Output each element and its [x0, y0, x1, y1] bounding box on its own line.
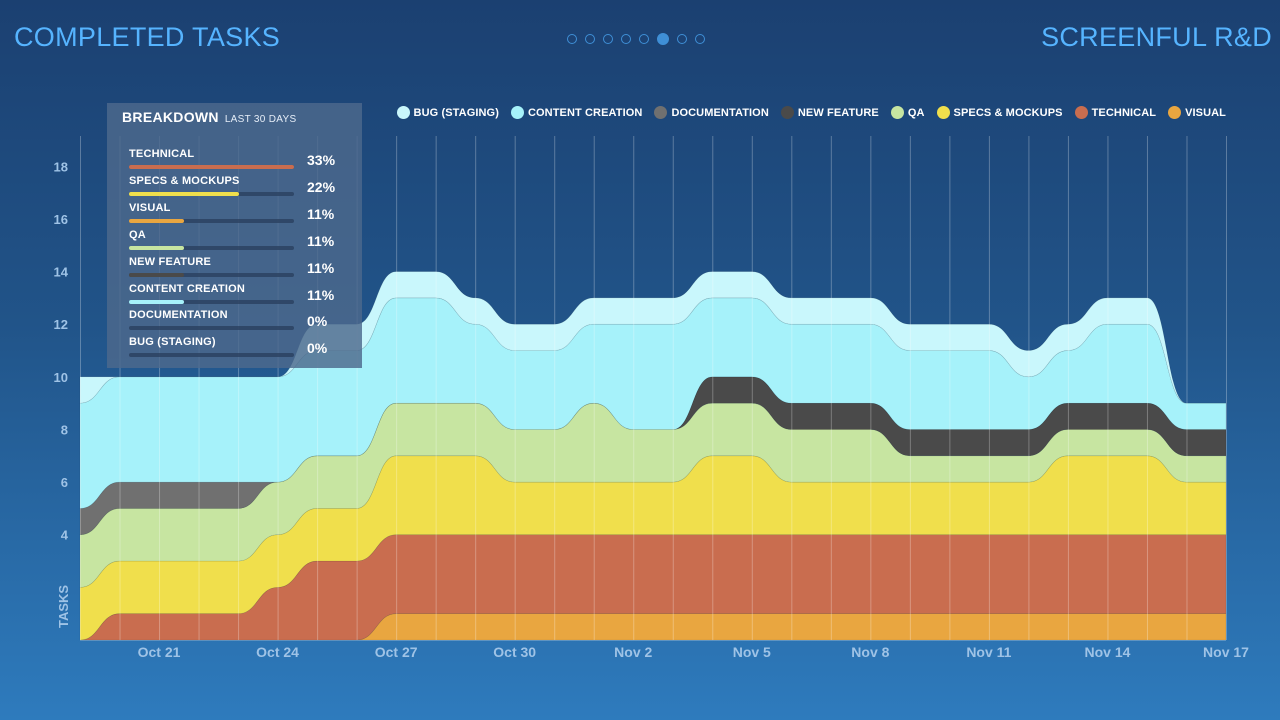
legend-swatch-specs-mockups	[936, 106, 950, 119]
breakdown-progress-fill	[129, 272, 184, 277]
breakdown-row-label: DOCUMENTATION	[129, 309, 228, 322]
breakdown-progress-fill	[129, 245, 184, 250]
breakdown-row: DOCUMENTATION 0%	[129, 309, 351, 336]
y-tick-label: 6	[61, 475, 68, 490]
y-axis-title: TASKS	[56, 585, 71, 628]
breakdown-row: SPECS & MOCKUPS 22%	[129, 175, 351, 202]
breakdown-row-label: SPECS & MOCKUPS	[129, 174, 240, 187]
legend-swatch-documentation	[654, 106, 668, 119]
breakdown-row-percent: 11%	[307, 286, 335, 303]
breakdown-progress-track	[129, 326, 294, 331]
breakdown-row-label: QA	[129, 228, 146, 241]
legend-item-qa[interactable]: QA	[890, 106, 925, 119]
chart-legend: BUG (STAGING) CONTENT CREATION DOCUMENTATI…	[396, 106, 1226, 119]
legend-label: QA	[907, 106, 925, 119]
legend-swatch-new-feature	[780, 106, 794, 119]
x-tick-label: Nov 17	[1203, 644, 1249, 660]
x-tick-label: Nov 8	[851, 644, 889, 660]
y-tick-label: 14	[54, 265, 69, 280]
legend-item-technical[interactable]: TECHNICAL	[1074, 106, 1157, 119]
breakdown-progress-fill	[129, 218, 184, 223]
y-tick-label: 18	[54, 159, 68, 174]
legend-label: BUG (STAGING)	[413, 106, 499, 119]
legend-item-visual[interactable]: VISUAL	[1168, 106, 1226, 119]
legend-label: CONTENT CREATION	[527, 106, 643, 119]
breakdown-row-percent: 0%	[307, 313, 328, 330]
breakdown-row-percent: 33%	[307, 152, 336, 168]
legend-label: DOCUMENTATION	[671, 106, 769, 119]
breakdown-progress-track	[129, 299, 294, 304]
breakdown-progress-fill	[129, 191, 239, 196]
x-tick-label: Nov 5	[733, 644, 771, 660]
legend-swatch-technical	[1074, 106, 1088, 119]
breakdown-subtitle: LAST 30 DAYS	[224, 114, 297, 125]
legend-swatch-bug-staging	[396, 106, 410, 119]
y-tick-label: 10	[54, 370, 68, 385]
breakdown-progress-track	[129, 165, 294, 169]
x-tick-label: Oct 21	[138, 644, 181, 660]
legend-label: TECHNICAL	[1091, 106, 1157, 119]
legend-item-specs-mockups[interactable]: SPECS & MOCKUPS	[936, 106, 1063, 119]
breakdown-title: BREAKDOWN	[122, 109, 219, 125]
x-tick-label: Nov 2	[614, 644, 652, 660]
breakdown-row-label: TECHNICAL	[129, 148, 195, 160]
y-tick-label: 16	[54, 212, 68, 227]
breakdown-panel: BREAKDOWN LAST 30 DAYS TECHNICAL 33% SPECS…	[107, 103, 362, 368]
breakdown-row: QA 11%	[129, 229, 351, 256]
x-tick-label: Oct 24	[256, 644, 299, 660]
x-tick-label: Oct 27	[375, 644, 418, 660]
breakdown-row-percent: 22%	[307, 178, 336, 195]
breakdown-row-percent: 11%	[307, 259, 335, 276]
y-tick-label: 8	[61, 422, 68, 437]
breakdown-progress-track	[129, 218, 294, 223]
breakdown-row-percent: 0%	[307, 340, 328, 357]
x-tick-label: Nov 11	[966, 644, 1011, 660]
breakdown-progress-fill	[129, 299, 184, 304]
x-tick-label: Nov 14	[1084, 644, 1130, 660]
breakdown-progress-track	[129, 353, 294, 358]
breakdown-row-label: BUG (STAGING)	[129, 336, 216, 349]
y-tick-label: 4	[61, 528, 69, 543]
legend-swatch-visual	[1168, 106, 1182, 119]
breakdown-row-label: NEW FEATURE	[129, 255, 212, 268]
breakdown-row: NEW FEATURE 11%	[129, 256, 351, 283]
legend-swatch-qa	[890, 106, 904, 119]
breakdown-progress-track	[129, 272, 294, 277]
legend-item-new-feature[interactable]: NEW FEATURE	[780, 106, 879, 119]
breakdown-row: VISUAL 11%	[129, 202, 351, 229]
legend-item-content-creation[interactable]: CONTENT CREATION	[510, 106, 643, 119]
legend-label: VISUAL	[1185, 106, 1226, 119]
breakdown-row-percent: 11%	[307, 232, 335, 249]
breakdown-row: TECHNICAL 33%	[129, 148, 351, 175]
breakdown-progress-fill	[129, 165, 294, 169]
breakdown-row-label: CONTENT CREATION	[129, 282, 246, 295]
legend-item-documentation[interactable]: DOCUMENTATION	[654, 106, 769, 119]
legend-item-bug-staging[interactable]: BUG (STAGING)	[396, 106, 499, 119]
x-tick-label: Oct 30	[493, 644, 536, 660]
breakdown-row-label: VISUAL	[129, 201, 171, 214]
breakdown-progress-track	[129, 191, 294, 196]
legend-label: NEW FEATURE	[797, 106, 879, 119]
breakdown-row-percent: 11%	[307, 205, 335, 222]
y-tick-label: 12	[54, 317, 68, 332]
breakdown-row: BUG (STAGING) 0%	[129, 336, 351, 363]
legend-swatch-content-creation	[510, 106, 524, 119]
legend-label: SPECS & MOCKUPS	[953, 106, 1063, 119]
breakdown-progress-track	[129, 245, 294, 250]
breakdown-row: CONTENT CREATION 11%	[129, 283, 351, 310]
